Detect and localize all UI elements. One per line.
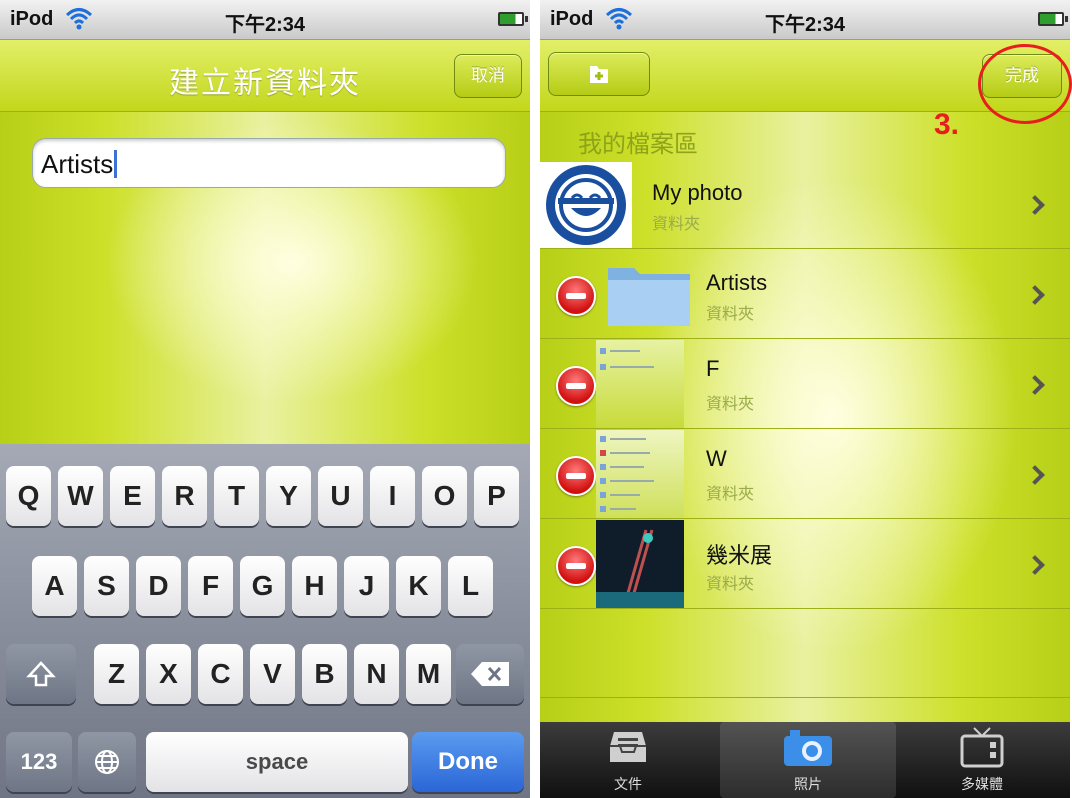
status-bar: iPod 下午2:34 bbox=[0, 0, 530, 40]
key-h[interactable]: H bbox=[292, 556, 337, 616]
tab-documents[interactable]: 文件 bbox=[540, 722, 716, 798]
new-folder-button[interactable] bbox=[548, 52, 650, 96]
nav-bar: 建立新資料夾 取消 bbox=[0, 40, 530, 112]
globe-key[interactable] bbox=[78, 732, 136, 792]
key-b[interactable]: B bbox=[302, 644, 347, 704]
tab-photos[interactable]: 照片 bbox=[720, 722, 896, 798]
key-v[interactable]: V bbox=[250, 644, 295, 704]
key-x[interactable]: X bbox=[146, 644, 191, 704]
section-header: 我的檔案區 bbox=[578, 131, 698, 158]
key-g[interactable]: G bbox=[240, 556, 285, 616]
key-w[interactable]: W bbox=[58, 466, 103, 526]
list-item[interactable]: W 資料夾 bbox=[540, 430, 1070, 519]
item-thumbnail bbox=[596, 520, 684, 608]
key-e[interactable]: E bbox=[110, 466, 155, 526]
backspace-icon bbox=[471, 662, 509, 686]
key-c[interactable]: C bbox=[198, 644, 243, 704]
item-subtitle: 資料夾 bbox=[706, 486, 755, 503]
key-s[interactable]: S bbox=[84, 556, 129, 616]
key-f[interactable]: F bbox=[188, 556, 233, 616]
my-files-screen: iPod 下午2:34 完成 我的檔案區 My photo 資料夾 Artist… bbox=[540, 0, 1070, 798]
chevron-right-icon bbox=[1025, 285, 1045, 305]
status-time: 下午2:34 bbox=[224, 14, 306, 36]
list-item[interactable]: Artists 資料夾 bbox=[540, 250, 1070, 339]
tab-media[interactable]: 多媒體 bbox=[894, 722, 1070, 798]
key-r[interactable]: R bbox=[162, 466, 207, 526]
key-p[interactable]: P bbox=[474, 466, 519, 526]
tv-icon bbox=[960, 727, 1004, 768]
key-l[interactable]: L bbox=[448, 556, 493, 616]
battery-icon bbox=[1038, 12, 1068, 26]
text-caret bbox=[114, 150, 118, 178]
status-bar: iPod 下午2:34 bbox=[540, 0, 1070, 40]
delete-icon[interactable] bbox=[556, 276, 596, 316]
shift-key[interactable] bbox=[6, 644, 76, 704]
document-preview-icon bbox=[600, 348, 654, 370]
item-title: W bbox=[706, 446, 727, 471]
artwork-preview-icon bbox=[596, 529, 684, 608]
empty-row bbox=[540, 610, 1070, 698]
delete-icon[interactable] bbox=[556, 546, 596, 586]
item-title: My photo bbox=[652, 180, 743, 205]
item-subtitle: 資料夾 bbox=[706, 576, 755, 593]
document-preview-icon bbox=[600, 436, 654, 512]
laughing-man-logo-icon bbox=[546, 165, 626, 245]
status-time: 下午2:34 bbox=[764, 14, 846, 36]
item-title: F bbox=[706, 356, 720, 381]
annotation-step-label: 3. bbox=[934, 108, 960, 141]
key-m[interactable]: M bbox=[406, 644, 451, 704]
chevron-right-icon bbox=[1025, 555, 1045, 575]
annotation-circle bbox=[978, 44, 1072, 124]
page-title: 建立新資料夾 bbox=[169, 67, 361, 100]
key-q[interactable]: Q bbox=[6, 466, 51, 526]
chevron-right-icon bbox=[1025, 195, 1045, 215]
key-k[interactable]: K bbox=[396, 556, 441, 616]
item-thumbnail bbox=[596, 430, 684, 518]
key-o[interactable]: O bbox=[422, 466, 467, 526]
key-d[interactable]: D bbox=[136, 556, 181, 616]
tab-label: 多媒體 bbox=[961, 776, 1003, 792]
camera-icon bbox=[784, 730, 832, 766]
item-subtitle: 資料夾 bbox=[706, 396, 755, 413]
item-title: 幾米展 bbox=[706, 543, 773, 568]
done-key[interactable]: Done bbox=[412, 732, 524, 792]
folder-name-value: Artists bbox=[41, 149, 114, 179]
item-subtitle: 資料夾 bbox=[652, 216, 701, 233]
create-folder-screen: iPod 下午2:34 建立新資料夾 取消 Artists Q W E R T … bbox=[0, 0, 530, 798]
numbers-key[interactable]: 123 bbox=[6, 732, 72, 792]
chevron-right-icon bbox=[1025, 465, 1045, 485]
item-title: Artists bbox=[706, 270, 768, 295]
space-key[interactable]: space bbox=[146, 732, 408, 792]
key-i[interactable]: I bbox=[370, 466, 415, 526]
key-n[interactable]: N bbox=[354, 644, 399, 704]
list-item[interactable]: F 資料夾 bbox=[540, 340, 1070, 429]
key-t[interactable]: T bbox=[214, 466, 259, 526]
list-item[interactable]: My photo 資料夾 bbox=[540, 160, 1070, 249]
folder-name-input[interactable]: Artists bbox=[32, 138, 506, 188]
key-y[interactable]: Y bbox=[266, 466, 311, 526]
delete-icon[interactable] bbox=[556, 366, 596, 406]
new-folder-icon bbox=[590, 66, 608, 83]
cancel-button[interactable]: 取消 bbox=[454, 54, 522, 98]
chevron-right-icon bbox=[1025, 375, 1045, 395]
key-z[interactable]: Z bbox=[94, 644, 139, 704]
tab-label: 照片 bbox=[794, 776, 822, 792]
key-j[interactable]: J bbox=[344, 556, 389, 616]
globe-icon bbox=[95, 750, 119, 774]
shift-arrow-icon bbox=[26, 661, 56, 687]
key-u[interactable]: U bbox=[318, 466, 363, 526]
delete-icon[interactable] bbox=[556, 456, 596, 496]
backspace-key[interactable] bbox=[456, 644, 524, 704]
item-thumbnail bbox=[596, 340, 684, 428]
keyboard: Q W E R T Y U I O P A S D F G H J K L Z … bbox=[0, 444, 530, 798]
folder-icon bbox=[604, 260, 694, 330]
battery-icon bbox=[498, 12, 528, 26]
item-thumbnail bbox=[540, 162, 632, 248]
inbox-tray-icon bbox=[610, 732, 646, 762]
item-subtitle: 資料夾 bbox=[706, 306, 755, 323]
list-item[interactable]: 幾米展 資料夾 bbox=[540, 520, 1070, 609]
key-a[interactable]: A bbox=[32, 556, 77, 616]
tab-bar: 文件 照片 多媒體 bbox=[540, 722, 1070, 798]
tab-label: 文件 bbox=[614, 776, 642, 792]
